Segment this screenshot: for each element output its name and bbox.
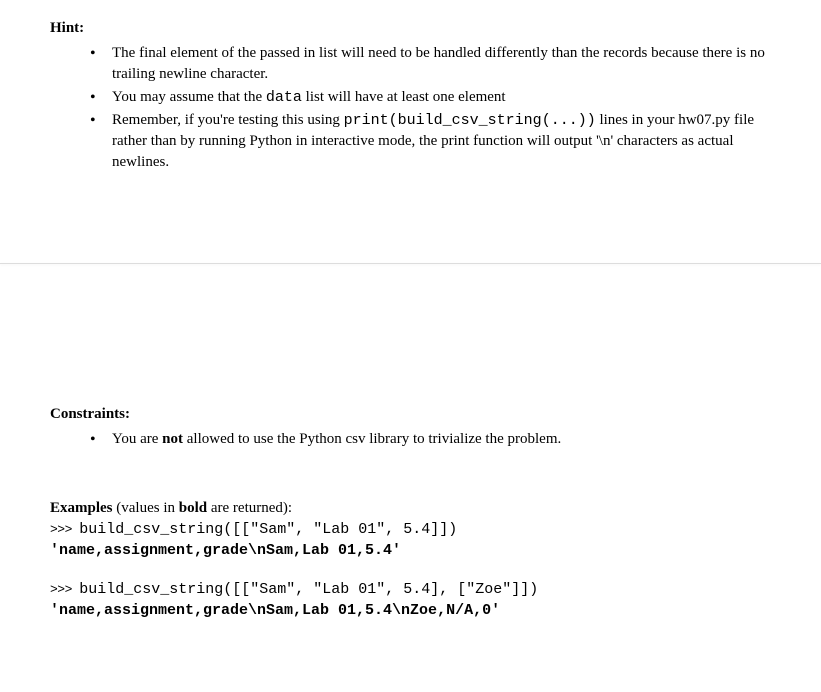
hint-item: The final element of the passed in list …	[90, 43, 771, 85]
example-block: >>> build_csv_string([["Sam", "Lab 01", …	[50, 519, 771, 561]
hint-item: You may assume that the data list will h…	[90, 87, 771, 108]
constraints-section: Constraints: You are not allowed to use …	[50, 404, 771, 450]
hint-heading: Hint:	[50, 18, 771, 39]
hint-text: The final element of the passed in list …	[112, 45, 765, 82]
constraint-bold: not	[162, 431, 183, 447]
example-block: >>> build_csv_string([["Sam", "Lab 01", …	[50, 579, 771, 621]
examples-bold-word: bold	[179, 500, 207, 516]
page-divider	[0, 263, 821, 264]
example-call: build_csv_string([["Sam", "Lab 01", 5.4]…	[79, 521, 457, 538]
prompt-prefix: >>>	[50, 582, 79, 597]
example-output: 'name,assignment,grade\nSam,Lab 01,5.4\n…	[50, 600, 771, 621]
hint-text: list will have at least one element	[302, 89, 506, 105]
hint-text: You may assume that the	[112, 89, 266, 105]
constraint-text: You are	[112, 431, 162, 447]
examples-note-end: are returned):	[207, 500, 292, 516]
hint-list: The final element of the passed in list …	[50, 43, 771, 173]
inline-code: print(build_csv_string(...))	[344, 112, 596, 129]
examples-note: (values in	[113, 500, 179, 516]
examples-heading: Examples	[50, 500, 113, 516]
example-call: build_csv_string([["Sam", "Lab 01", 5.4]…	[79, 581, 538, 598]
constraint-text: allowed to use the Python csv library to…	[183, 431, 561, 447]
constraints-heading: Constraints:	[50, 404, 771, 425]
prompt-prefix: >>>	[50, 522, 79, 537]
constraints-list: You are not allowed to use the Python cs…	[50, 429, 771, 450]
example-input: >>> build_csv_string([["Sam", "Lab 01", …	[50, 579, 771, 600]
example-output: 'name,assignment,grade\nSam,Lab 01,5.4'	[50, 540, 771, 561]
hint-item: Remember, if you're testing this using p…	[90, 110, 771, 173]
hint-section: Hint: The final element of the passed in…	[50, 18, 771, 173]
hint-text: Remember, if you're testing this using	[112, 112, 344, 128]
examples-section: Examples (values in bold are returned): …	[50, 498, 771, 621]
examples-heading-line: Examples (values in bold are returned):	[50, 498, 771, 519]
example-input: >>> build_csv_string([["Sam", "Lab 01", …	[50, 519, 771, 540]
constraints-item: You are not allowed to use the Python cs…	[90, 429, 771, 450]
inline-code: data	[266, 89, 302, 106]
